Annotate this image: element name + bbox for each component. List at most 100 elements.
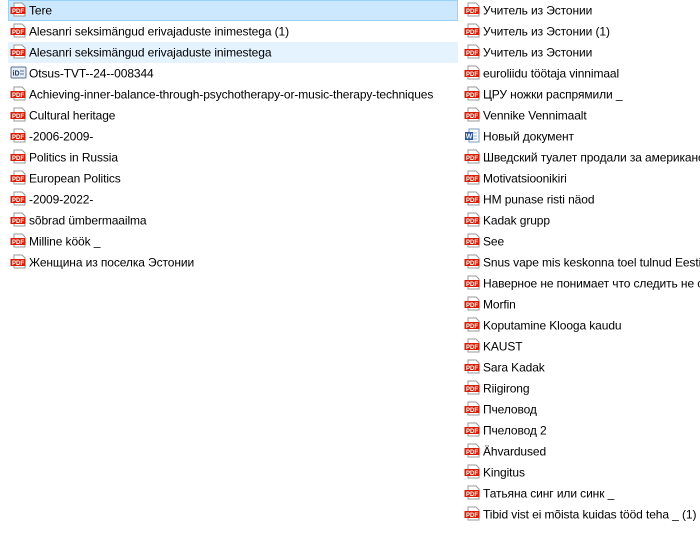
file-item[interactable]: PDF ЦРУ ножки распрямили _ xyxy=(462,84,700,105)
file-item[interactable]: PDF European Politics xyxy=(8,168,458,189)
file-name: Morfin xyxy=(483,297,516,312)
pdf-icon: PDF xyxy=(464,485,481,500)
file-item[interactable]: PDF Politics in Russia xyxy=(8,147,458,168)
file-item[interactable]: PDF HM punase risti näod xyxy=(462,189,700,210)
file-item[interactable]: PDF Riigirong xyxy=(462,378,700,399)
pdf-icon: PDF xyxy=(464,506,481,521)
file-item[interactable]: PDF Tibid vist ei mõista kuidas tööd teha… xyxy=(462,504,700,525)
file-name: Koputamine Klooga kaudu xyxy=(483,318,622,333)
svg-text:PDF: PDF xyxy=(466,387,478,393)
file-item[interactable]: PDF Tere xyxy=(8,0,458,21)
file-item[interactable]: PDF -2009-2022- xyxy=(8,189,458,210)
file-name: sõbrad ümbermaailma xyxy=(29,213,147,228)
file-name: Женщина из поселка Эстонии xyxy=(29,255,195,270)
svg-text:PDF: PDF xyxy=(466,219,478,225)
svg-text:PDF: PDF xyxy=(466,429,478,435)
pdf-icon: PDF xyxy=(10,23,27,38)
pdf-icon: PDF xyxy=(464,338,481,353)
file-name: HM punase risti näod xyxy=(483,192,595,207)
file-name: Новый документ xyxy=(483,129,574,144)
file-item[interactable]: PDF KAUST xyxy=(462,336,700,357)
svg-text:PDF: PDF xyxy=(466,240,478,246)
file-name: Наверное не понимает что следить не с xyxy=(483,276,700,291)
pdf-icon: PDF xyxy=(10,2,27,17)
svg-text:PDF: PDF xyxy=(12,93,24,99)
svg-text:W: W xyxy=(466,134,473,141)
file-name: Milline köök _ xyxy=(29,234,101,249)
svg-text:PDF: PDF xyxy=(466,30,478,36)
pdf-icon: PDF xyxy=(10,254,27,269)
pdf-icon: PDF xyxy=(10,212,27,227)
file-name: KAUST xyxy=(483,339,523,354)
file-item[interactable]: PDF Morfin xyxy=(462,294,700,315)
file-item[interactable]: PDF Alesanri seksimängud erivajaduste ini… xyxy=(8,21,458,42)
file-item[interactable]: W Новый документ xyxy=(462,126,700,147)
file-item[interactable]: PDF Татьяна синг или синк _ xyxy=(462,483,700,504)
file-item[interactable]: PDF sõbrad ümbermaailma xyxy=(8,210,458,231)
file-item[interactable]: PDF Kingitus xyxy=(462,462,700,483)
pdf-icon: PDF xyxy=(10,191,27,206)
file-name: Учитель из Эстонии xyxy=(483,45,593,60)
file-name: Sara Kadak xyxy=(483,360,545,375)
file-item[interactable]: PDF See xyxy=(462,231,700,252)
file-name: Kadak grupp xyxy=(483,213,550,228)
file-item[interactable]: PDF Milline köök _ xyxy=(8,231,458,252)
file-item[interactable]: PDF Vennike Vennimaalt xyxy=(462,105,700,126)
file-column-right: PDF Учитель из Эстонии PDF Учитель из Эстон… xyxy=(462,0,700,525)
file-name: Tibid vist ei mõista kuidas tööd teha _ … xyxy=(483,507,697,522)
pdf-icon: PDF xyxy=(464,191,481,206)
file-item[interactable]: PDF Alesanri seksimängud erivajaduste ini… xyxy=(8,42,458,63)
pdf-icon: PDF xyxy=(464,254,481,269)
svg-text:PDF: PDF xyxy=(12,114,24,120)
file-name: See xyxy=(483,234,505,249)
file-item[interactable]: PDF Шведский туалет продали за американс xyxy=(462,147,700,168)
file-name: Шведский туалет продали за американс xyxy=(483,150,700,165)
file-item[interactable]: PDF Kadak grupp xyxy=(462,210,700,231)
file-item[interactable]: PDF Snus vape mis keskonna toel tulnud Ee… xyxy=(462,252,700,273)
file-item[interactable]: iD Otsus-TVT--24--008344 xyxy=(8,63,458,84)
svg-text:PDF: PDF xyxy=(466,492,478,498)
pdf-icon: PDF xyxy=(10,86,27,101)
file-column-left: PDF Tere PDF Alesanri seksimängud erivajadu… xyxy=(8,0,458,273)
file-name: Politics in Russia xyxy=(29,150,118,165)
pdf-icon: PDF xyxy=(464,86,481,101)
pdf-icon: PDF xyxy=(464,317,481,332)
file-item[interactable]: PDF Motivatsioonikiri xyxy=(462,168,700,189)
file-item[interactable]: PDF Ähvardused xyxy=(462,441,700,462)
svg-text:PDF: PDF xyxy=(12,135,24,141)
svg-text:PDF: PDF xyxy=(466,261,478,267)
file-list-view: PDF Tere PDF Alesanri seksimängud erivajadu… xyxy=(0,0,700,539)
svg-text:PDF: PDF xyxy=(12,156,24,162)
file-name: -2006-2009- xyxy=(29,129,94,144)
pdf-icon: PDF xyxy=(464,275,481,290)
file-item[interactable]: PDF Учитель из Эстонии xyxy=(462,0,700,21)
pdf-icon: PDF xyxy=(464,107,481,122)
file-item[interactable]: PDF Пчеловод xyxy=(462,399,700,420)
pdf-icon: PDF xyxy=(10,107,27,122)
pdf-icon: PDF xyxy=(464,149,481,164)
svg-text:PDF: PDF xyxy=(12,51,24,57)
file-item[interactable]: PDF Cultural heritage xyxy=(8,105,458,126)
pdf-icon: PDF xyxy=(464,212,481,227)
file-item[interactable]: PDF Koputamine Klooga kaudu xyxy=(462,315,700,336)
svg-text:PDF: PDF xyxy=(12,198,24,204)
file-item[interactable]: PDF -2006-2009- xyxy=(8,126,458,147)
file-item[interactable]: PDF Женщина из поселка Эстонии xyxy=(8,252,458,273)
file-name: ЦРУ ножки распрямили _ xyxy=(483,87,623,102)
file-name: Tere xyxy=(29,3,52,18)
file-item[interactable]: PDF euroliidu töötaja vinnimaal xyxy=(462,63,700,84)
file-item[interactable]: PDF Sara Kadak xyxy=(462,357,700,378)
pdf-icon: PDF xyxy=(10,170,27,185)
file-item[interactable]: PDF Achieving-inner-balance-through-psych… xyxy=(8,84,458,105)
file-item[interactable]: PDF Наверное не понимает что следить не с xyxy=(462,273,700,294)
pdf-icon: PDF xyxy=(464,380,481,395)
file-name: Alesanri seksimängud erivajaduste inimes… xyxy=(29,24,289,39)
svg-text:PDF: PDF xyxy=(12,177,24,183)
file-name: Пчеловод 2 xyxy=(483,423,547,438)
pdf-icon: PDF xyxy=(10,44,27,59)
file-item[interactable]: PDF Учитель из Эстонии xyxy=(462,42,700,63)
file-item[interactable]: PDF Учитель из Эстонии (1) xyxy=(462,21,700,42)
file-item[interactable]: PDF Пчеловод 2 xyxy=(462,420,700,441)
file-name: Achieving-inner-balance-through-psychoth… xyxy=(29,87,434,102)
pdf-icon: PDF xyxy=(464,23,481,38)
